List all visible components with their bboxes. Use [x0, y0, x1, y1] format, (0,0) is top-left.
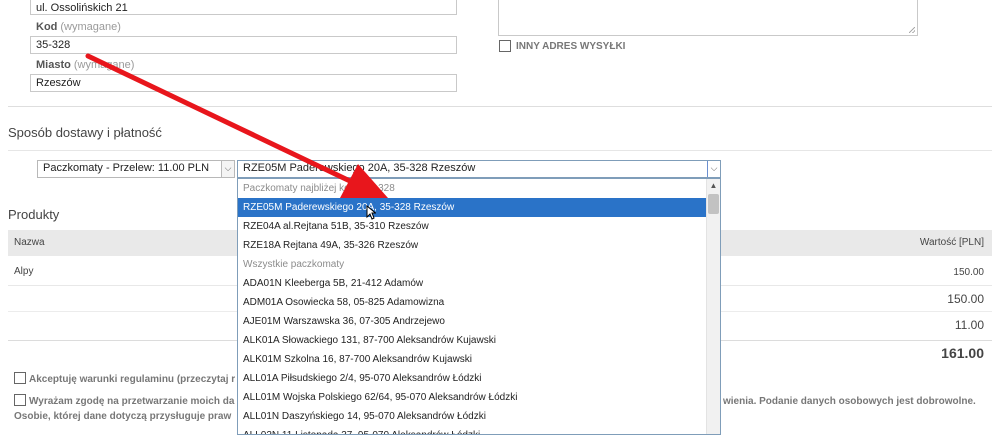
red-arrow-icon: [85, 53, 388, 198]
